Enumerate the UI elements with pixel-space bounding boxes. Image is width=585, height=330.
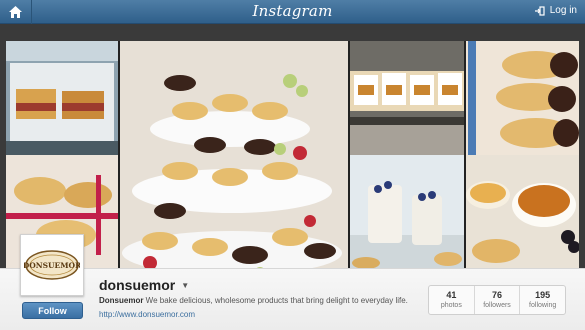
instagram-logo[interactable]: Instagram bbox=[0, 2, 585, 20]
donsuemor-logo: DONSUEMOR bbox=[24, 250, 80, 280]
logo-text: DONSUEMOR bbox=[24, 261, 80, 270]
photo-tile[interactable] bbox=[120, 41, 348, 281]
stat-photos[interactable]: 41 photos bbox=[429, 286, 475, 314]
photo-tile[interactable] bbox=[350, 41, 464, 155]
stat-followers[interactable]: 76 followers bbox=[475, 286, 521, 314]
profile-bio: Donsuemor We bake delicious, wholesome p… bbox=[99, 296, 408, 305]
avatar[interactable]: DONSUEMOR bbox=[20, 234, 84, 296]
stat-number: 76 bbox=[492, 290, 503, 300]
photo-tile[interactable] bbox=[6, 41, 118, 155]
photo-mosaic bbox=[6, 41, 579, 281]
stat-number: 195 bbox=[535, 290, 551, 300]
bio-text: We bake delicious, wholesome products th… bbox=[143, 296, 408, 305]
username: donsuemor bbox=[99, 277, 176, 293]
stat-following[interactable]: 195 following bbox=[520, 286, 565, 314]
username-dropdown[interactable]: donsuemor ▼ bbox=[99, 277, 189, 293]
stat-label: followers bbox=[483, 302, 511, 309]
photo-tile[interactable] bbox=[350, 155, 464, 281]
bio-name: Donsuemor bbox=[99, 296, 144, 305]
photo-tile[interactable] bbox=[466, 41, 579, 155]
profile-stats: 41 photos 76 followers 195 following bbox=[428, 285, 566, 315]
follow-button[interactable]: Follow bbox=[22, 302, 83, 319]
login-label: Log in bbox=[549, 5, 577, 16]
login-button[interactable]: Log in bbox=[534, 5, 577, 16]
photo-tile[interactable] bbox=[466, 155, 579, 281]
stat-number: 41 bbox=[446, 290, 457, 300]
stat-label: photos bbox=[440, 302, 462, 309]
login-icon bbox=[534, 5, 545, 16]
website-link[interactable]: http://www.donsuemor.com bbox=[99, 310, 195, 319]
caret-down-icon: ▼ bbox=[181, 280, 190, 290]
stat-label: following bbox=[529, 302, 557, 309]
top-navigation-bar: Instagram Log in bbox=[0, 0, 585, 24]
